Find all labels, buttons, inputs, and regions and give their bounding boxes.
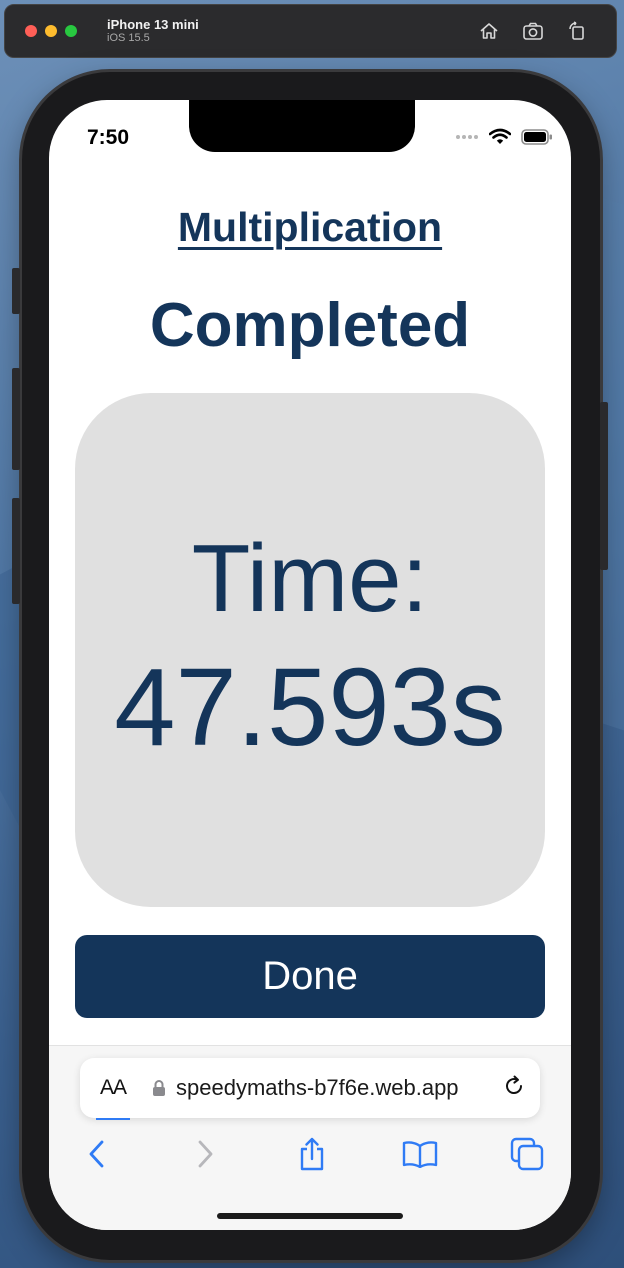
back-icon[interactable] — [79, 1136, 115, 1172]
home-indicator[interactable] — [217, 1213, 403, 1219]
share-icon[interactable] — [294, 1136, 330, 1172]
safari-bottom-bar: AA speedymaths-b7f6e.web.app — [49, 1045, 571, 1230]
lock-icon — [152, 1079, 166, 1097]
status-time: 7:50 — [87, 126, 130, 149]
signal-dots-icon — [456, 134, 478, 139]
device-screen: 7:50 Multiplication Completed Time: 47.5… — [49, 100, 571, 1230]
time-value: 47.593s — [114, 645, 506, 769]
volume-up-button — [12, 368, 20, 470]
address-bar[interactable]: AA speedymaths-b7f6e.web.app — [80, 1058, 540, 1118]
simulator-title-block: iPhone 13 mini iOS 15.5 — [107, 17, 199, 46]
screenshot-icon[interactable] — [522, 20, 544, 42]
result-card: Time: 47.593s — [75, 393, 545, 907]
reload-icon[interactable] — [502, 1074, 526, 1103]
silent-switch — [12, 268, 20, 314]
device-name: iPhone 13 mini — [107, 16, 199, 32]
battery-icon — [521, 128, 552, 145]
wifi-icon — [489, 128, 511, 144]
done-button[interactable]: Done — [75, 935, 545, 1018]
safari-toolbar — [49, 1134, 571, 1174]
window-controls — [25, 25, 77, 37]
bookmarks-icon[interactable] — [402, 1136, 438, 1172]
volume-down-button — [12, 498, 20, 604]
completed-heading: Completed — [149, 291, 471, 360]
power-button — [600, 402, 608, 570]
os-version: iOS 15.5 — [107, 32, 150, 45]
close-window-button[interactable] — [25, 25, 37, 37]
url-text[interactable]: speedymaths-b7f6e.web.app — [176, 1075, 472, 1101]
status-indicators — [455, 128, 553, 145]
home-icon[interactable] — [478, 20, 500, 42]
forward-icon[interactable] — [187, 1136, 223, 1172]
time-label: Time: — [191, 525, 429, 633]
minimize-window-button[interactable] — [45, 25, 57, 37]
tabs-icon[interactable] — [509, 1136, 545, 1172]
simulator-tools — [478, 20, 588, 42]
page-title[interactable]: Multiplication — [49, 204, 571, 251]
notch — [189, 100, 415, 152]
rotate-icon[interactable] — [566, 20, 588, 42]
simulator-toolbar: iPhone 13 mini iOS 15.5 — [4, 4, 617, 58]
text-size-button[interactable]: AA — [100, 1076, 127, 1100]
page-load-progress — [96, 1118, 130, 1120]
zoom-window-button[interactable] — [65, 25, 77, 37]
